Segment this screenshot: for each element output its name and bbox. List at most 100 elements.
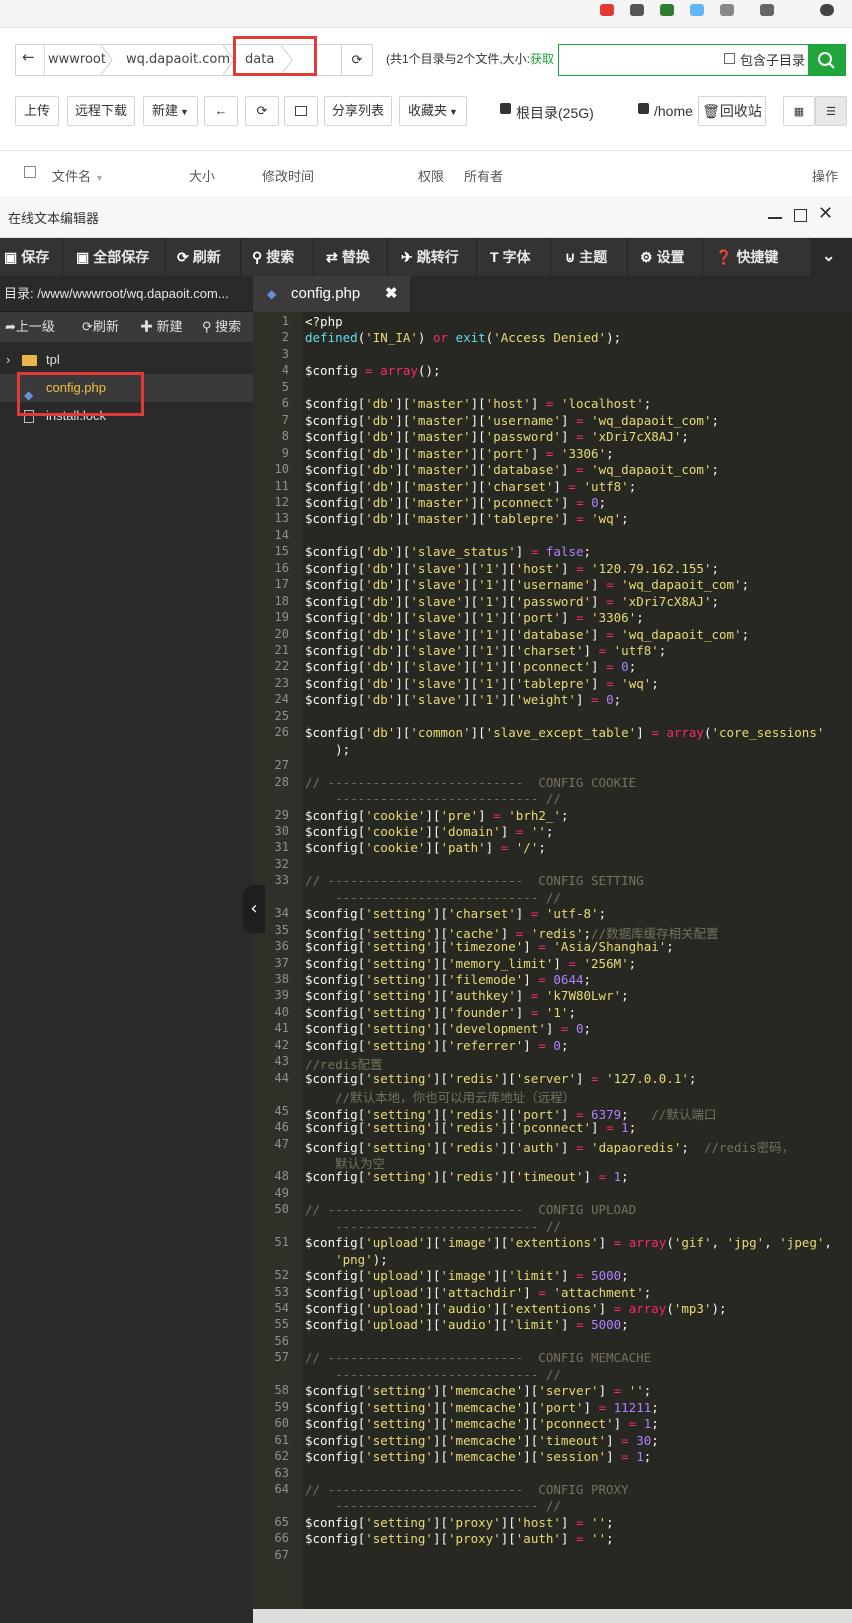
code-line: $config['setting']['proxy']['auth'] = ''… [305,1531,614,1547]
code-line: $config['setting']['authkey'] = 'k7W80Lw… [305,988,629,1004]
grid-icon: ▦ [793,106,805,118]
code-line: --------------------------- // [305,1366,561,1382]
maximize-icon[interactable] [794,209,807,222]
close-icon[interactable]: ✕ [818,203,833,224]
code-line: --------------------------- // [305,1218,561,1234]
new-dropdown-button[interactable]: 新建 ▼ [143,96,198,126]
tab-config-php[interactable]: ◆ config.php ✖ [253,276,410,312]
line-number: 36 [274,939,289,954]
sidebar-new-button[interactable]: ✚ 新建 [140,312,183,342]
line-number: 10 [274,462,289,477]
code-line: // -------------------------- CONFIG SET… [305,873,644,889]
editor-toolbar: ▣ 保存 ▣ 全部保存 ⟳ 刷新 ⚲ 搜索 ⇄ 替换 ✈ 跳转行 T 字体 ⊍ 主题 ⚙ 设置 ❓… [0,238,852,276]
list-icon: ☰ [826,106,836,118]
toolbar-separator [550,238,551,276]
new-label: 新建 [152,103,179,118]
breadcrumb-item-domain[interactable]: wq.dapaoit.com [126,45,230,75]
line-number: 58 [274,1383,289,1398]
refresh-file-button[interactable]: ⟳ 刷新 [177,238,221,276]
code-line: ); [305,741,351,757]
line-number: 27 [274,758,289,773]
code-line: $config['setting']['development'] = 0; [305,1021,592,1037]
share-list-button[interactable]: 分享列表 [324,96,392,126]
search-button[interactable] [808,44,846,76]
col-size[interactable]: 大小 [189,166,215,185]
upload-button[interactable]: 上传 [15,96,59,126]
chevron-down-icon[interactable]: ⌄ [822,238,835,276]
refresh-button[interactable]: ⟳ [341,44,373,76]
breadcrumb-item-wwwroot[interactable]: wwwroot [48,45,106,75]
extension-icon[interactable] [690,4,704,16]
tab-close-icon[interactable]: ✖ [385,276,398,312]
favorites-dropdown-button[interactable]: 收藏夹 ▼ [399,96,467,126]
settings-button[interactable]: ⚙ 设置 [640,238,685,276]
search-icon [818,52,835,69]
search-button[interactable]: ⚲ 搜索 [252,238,294,276]
fetch-size-link[interactable]: 获取 [530,52,554,66]
arrow-left-icon: ← [214,103,228,118]
toolbar-separator [240,238,241,276]
extension-icon[interactable] [630,4,644,16]
toolbar-separator [313,238,314,276]
back-button[interactable]: ← [22,48,35,66]
terminal-button[interactable] [284,96,318,126]
recycle-bin-button[interactable]: 🗑回收站 [698,96,766,126]
font-button[interactable]: T 字体 [490,238,531,276]
theme-button[interactable]: ⊍ 主题 [565,238,607,276]
search-icon: ⚲ [252,249,263,265]
sidebar-refresh-button[interactable]: ⟳刷新 [82,312,119,342]
extension-icon[interactable] [720,4,734,16]
line-number: 11 [274,478,289,493]
replace-button[interactable]: ⇄ 替换 [326,238,370,276]
reload-button[interactable]: ⟳ [245,96,279,126]
save-button[interactable]: ▣ 保存 [4,238,49,276]
line-number: 43 [274,1054,289,1069]
sidebar-collapse-button[interactable]: ‹ [243,885,265,933]
toolbar-separator [476,238,477,276]
shortcuts-button[interactable]: ❓ 快捷键 [715,238,778,276]
line-number: 25 [274,708,289,723]
col-filename[interactable]: 文件名 ▼ [52,166,104,185]
remote-download-button[interactable]: 远程下载 [67,96,135,126]
code-line: $config['setting']['redis']['pconnect'] … [305,1120,637,1136]
line-number: 59 [274,1399,289,1414]
breadcrumb-separator [100,45,113,75]
minimize-icon[interactable] [768,217,782,219]
line-number: 12 [274,494,289,509]
code-line: $config['cookie']['path'] = '/'; [305,840,546,856]
extension-icon[interactable] [760,4,774,16]
include-subdir-checkbox[interactable] [724,53,735,64]
extension-icon[interactable] [600,4,614,16]
code-line: $config['setting']['memory_limit'] = '25… [305,955,637,971]
code-line: $config['upload']['image']['extentions']… [305,1235,832,1251]
tree-item-tpl[interactable]: › tpl [0,346,253,374]
code-editor[interactable]: 1 <?php 2 defined('IN_IA') or exit('Access … [253,312,852,1609]
trash-icon: 🗑 [702,103,720,119]
back-dir-button[interactable]: ← [204,96,238,126]
code-line: --------------------------- // [305,889,561,905]
line-number: 51 [274,1235,289,1250]
line-number: 41 [274,1021,289,1036]
save-all-button[interactable]: ▣ 全部保存 [76,238,149,276]
code-line: $config['db']['slave']['1']['port'] = '3… [305,610,644,626]
line-number: 55 [274,1317,289,1332]
recycle-label: 回收站 [719,103,762,119]
extension-icon[interactable] [660,4,674,16]
sidebar-search-button[interactable]: ⚲ 搜索 [202,312,241,342]
list-view-button[interactable]: ☰ [815,96,847,126]
home-disk-link[interactable]: /home [654,103,693,119]
line-number: 53 [274,1284,289,1299]
code-line: $config['setting']['founder'] = '1'; [305,1004,576,1020]
goto-line-button[interactable]: ✈ 跳转行 [401,238,459,276]
favorites-label: 收藏夹 [408,103,448,118]
root-disk-link[interactable]: 根目录(25G) [516,103,594,123]
col-mtime[interactable]: 修改时间 [262,166,314,185]
select-all-checkbox[interactable] [24,166,36,178]
code-line: --------------------------- // [305,1498,561,1514]
parent-dir-button[interactable]: ➦上一级 [5,312,55,342]
code-line: $config['setting']['memcache']['session'… [305,1449,652,1465]
grid-view-button[interactable]: ▦ [783,96,815,126]
code-line: $config['db']['slave']['1']['charset'] =… [305,643,667,658]
profile-avatar[interactable] [820,4,834,16]
sidebar-toolbar: ➦上一级 ⟳刷新 ✚ 新建 ⚲ 搜索 [0,312,253,342]
